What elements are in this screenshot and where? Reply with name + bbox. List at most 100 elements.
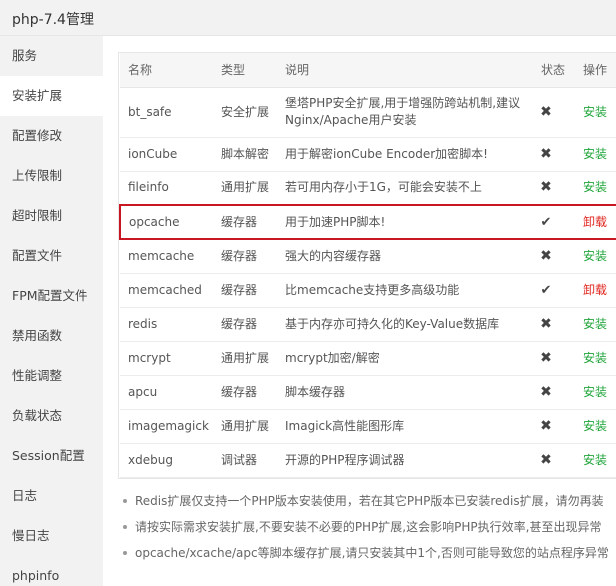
notes-list: Redis扩展仅支持一个PHP版本安装使用，若在其它PHP版本已安装redis扩… (123, 488, 616, 566)
extension-name: apcu (120, 375, 213, 410)
extension-status: ✖ (533, 341, 575, 376)
header-name: 名称 (120, 53, 213, 88)
uninstall-link[interactable]: 卸载 (583, 215, 607, 229)
close-icon: ✖ (540, 417, 552, 434)
extension-type: 缓存器 (213, 239, 277, 274)
extension-action: 安装 (575, 307, 616, 342)
extension-type: 调试器 (213, 443, 277, 478)
extension-desc: 若可用内存小于1G，可能会安装不上 (277, 171, 533, 206)
sidebar-item-slow-log[interactable]: 慢日志 (0, 516, 103, 556)
extension-desc: 强大的内容缓存器 (277, 239, 533, 274)
extension-desc: 用于加速PHP脚本! (277, 204, 533, 240)
header-status: 状态 (533, 53, 575, 88)
extension-desc: 脚本缓存器 (277, 375, 533, 410)
close-icon: ✖ (540, 179, 552, 196)
extension-action: 安装 (575, 341, 616, 376)
main-content: 名称 类型 说明 状态 操作 bt_safe 安全扩展 堡塔PHP安全扩展,用于增强… (103, 36, 616, 586)
header-desc: 说明 (277, 53, 533, 88)
extension-type: 通用扩展 (213, 409, 277, 444)
extension-desc: Imagick高性能图形库 (277, 409, 533, 444)
extension-status: ✖ (533, 87, 575, 138)
sidebar-item-service[interactable]: 服务 (0, 36, 103, 76)
window-header: php-7.4管理 (0, 0, 616, 36)
extension-status: ✖ (533, 171, 575, 206)
extension-desc: mcrypt加密/解密 (277, 341, 533, 376)
extension-type: 通用扩展 (213, 341, 277, 376)
install-link[interactable]: 安装 (583, 453, 607, 467)
install-link[interactable]: 安装 (583, 180, 607, 194)
install-link[interactable]: 安装 (583, 105, 607, 119)
install-link[interactable]: 安装 (583, 147, 607, 161)
close-icon: ✖ (540, 247, 552, 264)
table-row: memcached 缓存器 比memcache支持更多高级功能 ✔ 卸载 (120, 273, 616, 308)
table-header-row: 名称 类型 说明 状态 操作 (120, 53, 616, 88)
extension-status: ✖ (533, 443, 575, 478)
sidebar-item-load-status[interactable]: 负载状态 (0, 396, 103, 436)
extension-status: ✔ (533, 204, 575, 240)
window-title: php-7.4管理 (12, 12, 94, 28)
header-action: 操作 (575, 53, 616, 88)
sidebar-item-install-extensions[interactable]: 安装扩展 (0, 76, 103, 116)
extension-type: 缓存器 (213, 273, 277, 308)
extension-action: 卸载 (575, 273, 616, 308)
table-row: apcu 缓存器 脚本缓存器 ✖ 安装 (120, 375, 616, 410)
table-row: bt_safe 安全扩展 堡塔PHP安全扩展,用于增强防跨站机制,建议Nginx/A… (120, 87, 616, 138)
close-icon: ✖ (540, 103, 552, 120)
extension-desc: 基于内存亦可持久化的Key-Value数据库 (277, 307, 533, 342)
close-icon: ✖ (540, 451, 552, 468)
install-link[interactable]: 安装 (583, 419, 607, 433)
extensions-table: 名称 类型 说明 状态 操作 bt_safe 安全扩展 堡塔PHP安全扩展,用于增强… (118, 52, 616, 479)
extension-name: mcrypt (120, 341, 213, 376)
extension-name: memcached (120, 273, 213, 308)
extension-name: memcache (120, 239, 213, 274)
extension-type: 通用扩展 (213, 171, 277, 206)
sidebar-item-performance[interactable]: 性能调整 (0, 356, 103, 396)
extension-status: ✔ (533, 273, 575, 308)
close-icon: ✖ (540, 349, 552, 366)
extension-desc: 用于解密ionCube Encoder加密脚本! (277, 137, 533, 172)
extension-action: 安装 (575, 171, 616, 206)
extension-name: ionCube (120, 137, 213, 172)
sidebar-item-upload-limit[interactable]: 上传限制 (0, 156, 103, 196)
table-row: memcache 缓存器 强大的内容缓存器 ✖ 安装 (120, 239, 616, 274)
table-row: xdebug 调试器 开源的PHP程序调试器 ✖ 安装 (120, 443, 616, 478)
sidebar-item-phpinfo[interactable]: phpinfo (0, 556, 103, 586)
uninstall-link[interactable]: 卸载 (583, 283, 607, 297)
sidebar-item-disabled-functions[interactable]: 禁用函数 (0, 316, 103, 356)
extension-type: 缓存器 (213, 204, 277, 240)
extension-action: 安装 (575, 239, 616, 274)
extension-status: ✖ (533, 239, 575, 274)
note-item: Redis扩展仅支持一个PHP版本安装使用，若在其它PHP版本已安装redis扩… (123, 488, 616, 514)
table-row: imagemagick 通用扩展 Imagick高性能图形库 ✖ 安装 (120, 409, 616, 444)
sidebar-item-log[interactable]: 日志 (0, 476, 103, 516)
table-row: redis 缓存器 基于内存亦可持久化的Key-Value数据库 ✖ 安装 (120, 307, 616, 342)
sidebar-item-config-edit[interactable]: 配置修改 (0, 116, 103, 156)
extension-status: ✖ (533, 375, 575, 410)
note-item: opcache/xcache/apc等脚本缓存扩展,请只安装其中1个,否则可能导… (123, 540, 616, 566)
table-row: mcrypt 通用扩展 mcrypt加密/解密 ✖ 安装 (120, 341, 616, 376)
check-icon: ✔ (540, 282, 552, 298)
extension-type: 缓存器 (213, 375, 277, 410)
extension-action: 安装 (575, 87, 616, 138)
extension-name: imagemagick (120, 409, 213, 444)
close-icon: ✖ (540, 383, 552, 400)
sidebar-item-fpm-config[interactable]: FPM配置文件 (0, 276, 103, 316)
extension-type: 脚本解密 (213, 137, 277, 172)
install-link[interactable]: 安装 (583, 317, 607, 331)
install-link[interactable]: 安装 (583, 385, 607, 399)
sidebar-item-config-file[interactable]: 配置文件 (0, 236, 103, 276)
install-link[interactable]: 安装 (583, 351, 607, 365)
extension-status: ✖ (533, 307, 575, 342)
table-row: fileinfo 通用扩展 若可用内存小于1G，可能会安装不上 ✖ 安装 (120, 171, 616, 206)
extension-type: 缓存器 (213, 307, 277, 342)
sidebar-item-session-config[interactable]: Session配置 (0, 436, 103, 476)
table-row: ionCube 脚本解密 用于解密ionCube Encoder加密脚本! ✖ 安装 (120, 137, 616, 172)
sidebar-item-timeout-limit[interactable]: 超时限制 (0, 196, 103, 236)
close-icon: ✖ (540, 315, 552, 332)
extension-status: ✖ (533, 409, 575, 444)
install-link[interactable]: 安装 (583, 249, 607, 263)
header-type: 类型 (213, 53, 277, 88)
extension-desc: 比memcache支持更多高级功能 (277, 273, 533, 308)
note-item: 请按实际需求安装扩展,不要安装不必要的PHP扩展,这会影响PHP执行效率,甚至出… (123, 514, 616, 540)
extension-desc: 堡塔PHP安全扩展,用于增强防跨站机制,建议Nginx/Apache用户安装 (277, 87, 533, 138)
